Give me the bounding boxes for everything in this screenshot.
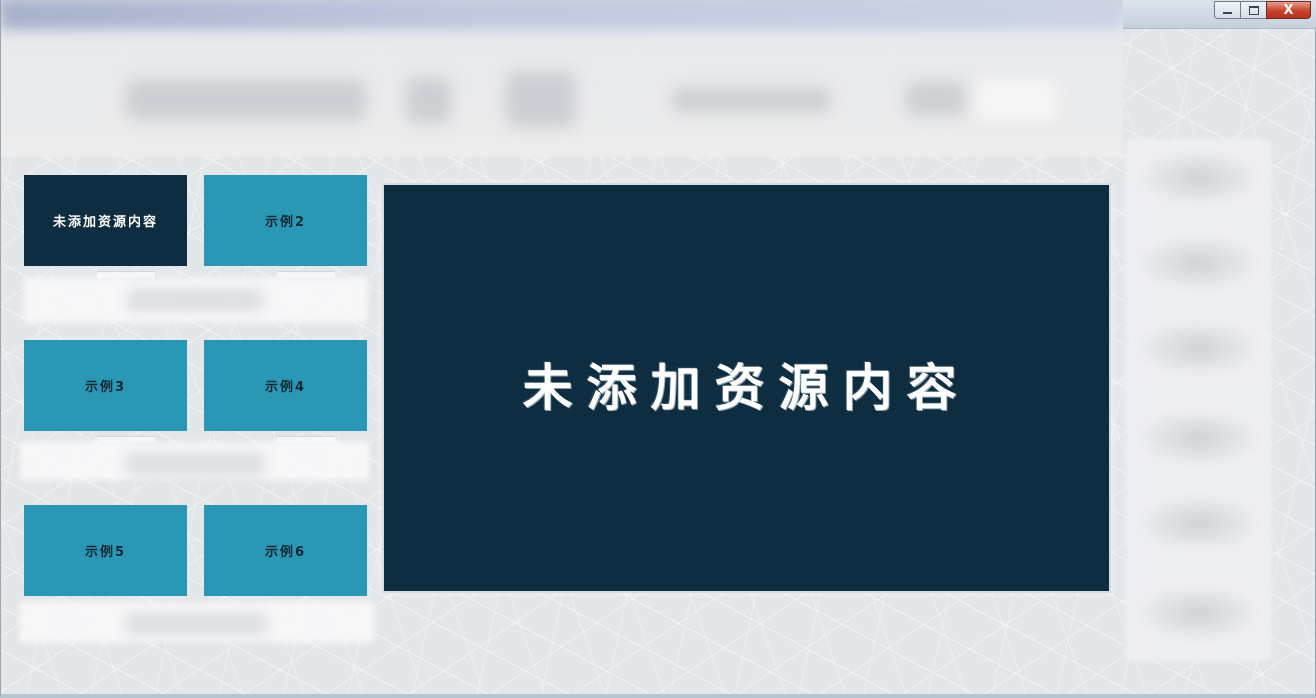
resource-tile-2[interactable]: 示例2 xyxy=(204,175,367,266)
minimize-button[interactable] xyxy=(1214,1,1240,19)
tile-label: 示例4 xyxy=(264,380,307,395)
toolbar-blurred xyxy=(1,0,1123,157)
tile-label: 示例3 xyxy=(84,380,127,395)
preview-panel[interactable]: 未添加资源内容 xyxy=(384,185,1109,591)
resource-tile-3[interactable]: 示例3 xyxy=(24,340,187,431)
preview-text: 未添加资源内容 xyxy=(522,359,971,417)
title-bar: X xyxy=(1123,0,1316,29)
resource-tile-1[interactable]: 未添加资源内容 xyxy=(24,175,187,266)
tile-tab xyxy=(97,271,155,278)
resource-tile-6[interactable]: 示例6 xyxy=(204,505,367,596)
tile-label: 示例2 xyxy=(264,215,307,230)
window-controls: X xyxy=(1214,1,1311,20)
app-window: X 未添加资源内容 示例2 示例3 示例4 示例5 示例6 未添加资源内容 xyxy=(0,0,1316,698)
close-icon: X xyxy=(1283,2,1294,18)
tile-tab xyxy=(277,271,335,278)
tile-caption-blurred xyxy=(20,602,374,642)
minimize-icon xyxy=(1223,11,1232,14)
close-button[interactable]: X xyxy=(1266,1,1311,19)
title-bar-blurred xyxy=(1,0,1123,30)
tile-caption-blurred xyxy=(21,442,369,480)
resource-tile-4[interactable]: 示例4 xyxy=(204,340,367,431)
sidebar-blurred xyxy=(1126,140,1271,660)
tile-label: 未添加资源内容 xyxy=(52,215,158,230)
tile-label: 示例5 xyxy=(84,545,127,560)
resource-tile-5[interactable]: 示例5 xyxy=(24,505,187,596)
maximize-icon xyxy=(1248,5,1259,15)
tile-caption-blurred xyxy=(24,278,367,322)
maximize-button[interactable] xyxy=(1240,1,1266,19)
tile-label: 示例6 xyxy=(264,545,307,560)
